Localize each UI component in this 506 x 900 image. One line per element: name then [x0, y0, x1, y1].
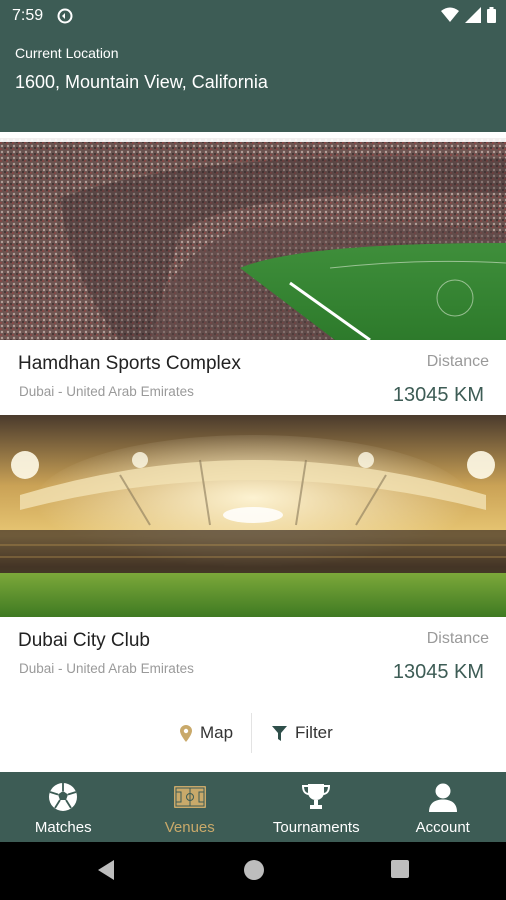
distance-value: 13045 KM [392, 661, 484, 683]
distance-label: Distance [426, 353, 489, 370]
wifi-icon [441, 7, 459, 22]
venue-name: Dubai City Club [18, 630, 150, 651]
venue-image-hamdhan[interactable] [0, 138, 506, 340]
nav-venues-label: Venues [164, 819, 215, 836]
nav-matches-label: Matches [34, 819, 92, 836]
venue-country: Dubai - United Arab Emirates [19, 384, 194, 399]
venue-card-info[interactable]: Dubai City Club Dubai - United Arab Emir… [0, 617, 506, 705]
trophy-icon [301, 781, 331, 813]
filter-button[interactable]: Filter [272, 715, 333, 751]
action-bar: Map Filter [0, 705, 506, 763]
system-navigation-bar [0, 842, 506, 900]
soccer-ball-icon [48, 781, 78, 813]
signal-icon [465, 7, 481, 23]
divider [251, 713, 252, 753]
status-bar: 7:59 [0, 0, 506, 32]
map-pin-icon [180, 724, 192, 742]
venue-name: Hamdhan Sports Complex [18, 353, 241, 374]
map-button[interactable]: Map [180, 715, 233, 751]
distance-label: Distance [426, 630, 489, 647]
nav-account-label: Account [415, 819, 470, 836]
home-icon[interactable] [243, 859, 265, 881]
stadium-crowd-image [0, 138, 506, 340]
recents-icon[interactable] [390, 859, 410, 879]
nav-tournaments-label: Tournaments [272, 819, 360, 836]
sync-icon [57, 8, 73, 24]
field-icon [173, 781, 206, 813]
current-location-value[interactable]: 1600, Mountain View, California [15, 72, 268, 93]
stadium-lights-image [0, 415, 506, 617]
distance-value: 13045 KM [392, 384, 484, 406]
map-label: Map [200, 723, 234, 742]
battery-icon [487, 7, 496, 23]
status-time: 7:59 [12, 7, 44, 24]
nav-tournaments[interactable]: Tournaments [253, 772, 380, 842]
filter-label: Filter [295, 723, 333, 742]
filter-icon [272, 725, 287, 741]
venue-image-dubai-city-club[interactable] [0, 415, 506, 617]
venue-country: Dubai - United Arab Emirates [19, 661, 194, 676]
location-header: Current Location 1600, Mountain View, Ca… [0, 32, 506, 132]
venue-card-info[interactable]: Hamdhan Sports Complex Dubai - United Ar… [0, 340, 506, 415]
bottom-navigation: Matches Venues Tournaments Account [0, 772, 506, 842]
nav-account[interactable]: Account [380, 772, 506, 842]
back-icon[interactable] [96, 859, 116, 881]
nav-venues[interactable]: Venues [127, 772, 254, 842]
person-icon [428, 781, 458, 813]
current-location-label: Current Location [15, 45, 119, 61]
nav-matches[interactable]: Matches [0, 772, 127, 842]
